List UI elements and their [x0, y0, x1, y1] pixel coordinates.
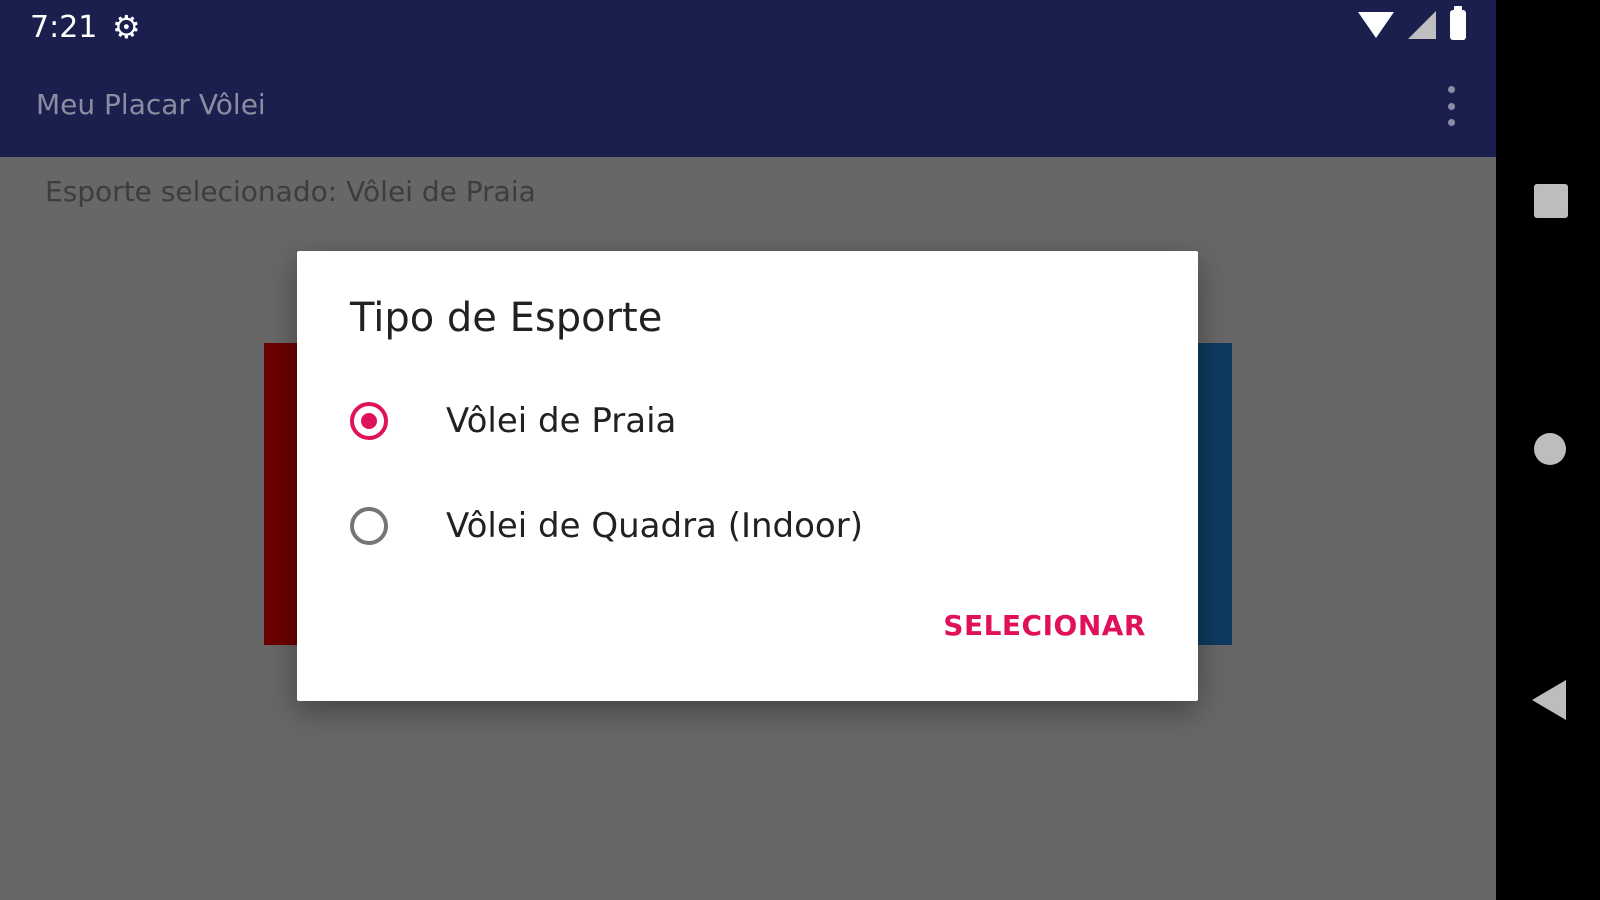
- signal-icon: [1408, 11, 1436, 39]
- option-volei-de-praia[interactable]: Vôlei de Praia: [350, 391, 676, 451]
- more-vert-icon[interactable]: [1446, 86, 1456, 126]
- radio-checked-icon[interactable]: [350, 402, 388, 440]
- dialog-title: Tipo de Esporte: [350, 295, 663, 341]
- battery-icon: [1450, 6, 1466, 40]
- team-right-panel[interactable]: [1192, 343, 1232, 645]
- status-bar: 7:21 ⚙: [0, 0, 1496, 56]
- status-icons: [1358, 6, 1466, 40]
- select-button[interactable]: SELECIONAR: [943, 609, 1146, 642]
- selected-sport-label: Esporte selecionado: Vôlei de Praia: [45, 175, 536, 208]
- navigation-bar: [1496, 0, 1600, 900]
- radio-unchecked-icon[interactable]: [350, 507, 388, 545]
- settings-icon: ⚙: [112, 8, 141, 46]
- recents-icon[interactable]: [1534, 184, 1568, 218]
- wifi-icon: [1358, 12, 1394, 38]
- option-label: Vôlei de Quadra (Indoor): [446, 506, 863, 546]
- back-icon[interactable]: [1532, 680, 1566, 720]
- status-time: 7:21: [30, 10, 98, 45]
- home-icon[interactable]: [1534, 433, 1566, 465]
- sport-type-dialog: Tipo de Esporte Vôlei de Praia Vôlei de …: [297, 251, 1198, 701]
- option-label: Vôlei de Praia: [446, 401, 677, 441]
- app-bar: Meu Placar Vôlei: [0, 56, 1496, 157]
- app-title: Meu Placar Vôlei: [36, 88, 266, 121]
- option-volei-de-quadra[interactable]: Vôlei de Quadra (Indoor): [350, 496, 863, 556]
